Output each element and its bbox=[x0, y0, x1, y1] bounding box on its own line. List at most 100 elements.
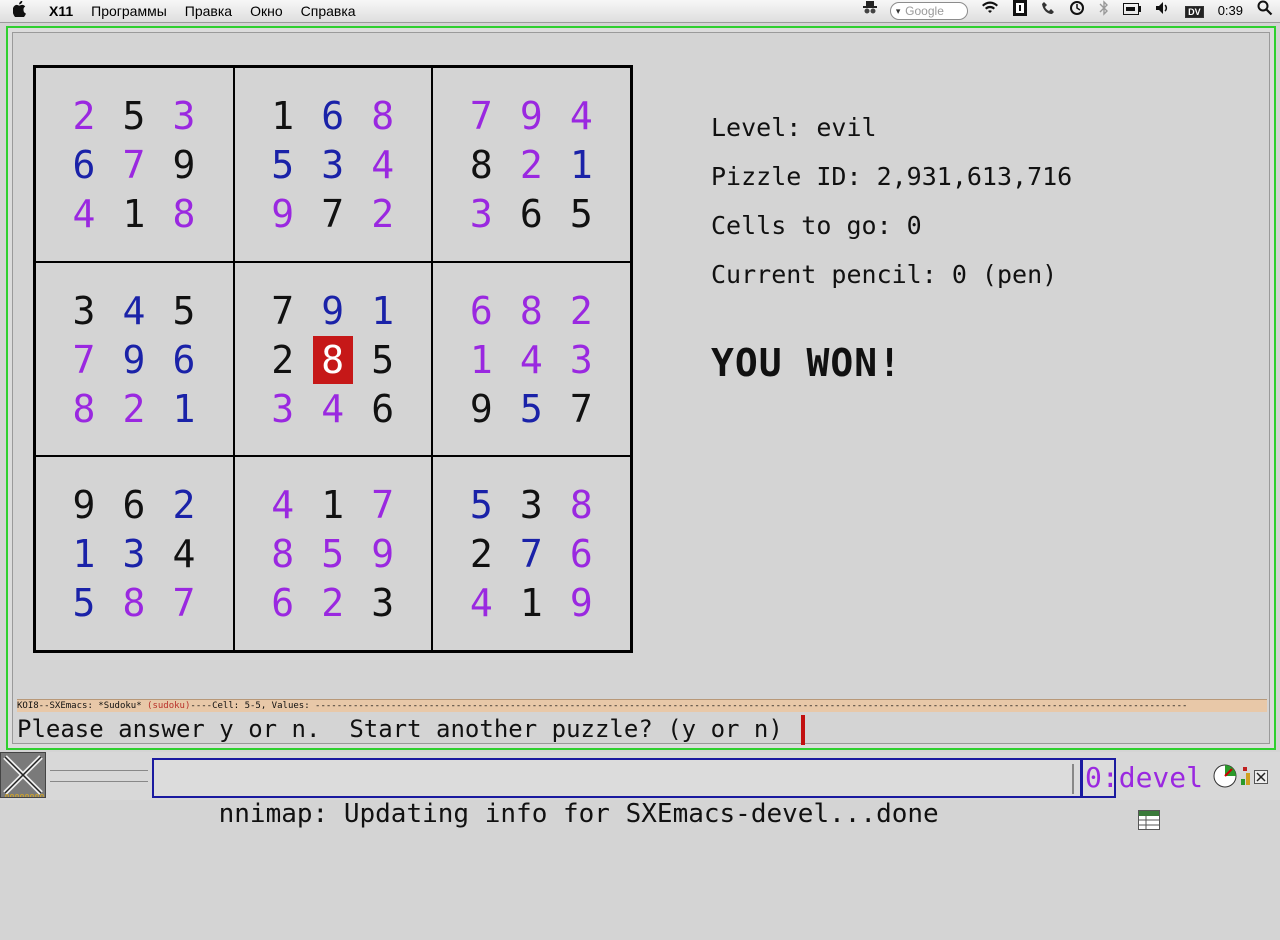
sudoku-cell[interactable]: 7 bbox=[64, 336, 104, 384]
sudoku-cell[interactable]: 6 bbox=[313, 92, 353, 140]
sudoku-cell[interactable]: 9 bbox=[164, 141, 204, 189]
sudoku-cell[interactable]: 6 bbox=[164, 336, 204, 384]
sudoku-cell[interactable]: 5 bbox=[461, 481, 501, 529]
taskbar-input-field[interactable] bbox=[50, 770, 148, 782]
sudoku-cell[interactable]: 6 bbox=[363, 385, 403, 433]
volume-icon[interactable] bbox=[1148, 0, 1178, 22]
sudoku-cell[interactable]: 3 bbox=[511, 481, 551, 529]
sudoku-cell[interactable]: 8 bbox=[164, 190, 204, 238]
sudoku-cell[interactable]: 3 bbox=[561, 336, 601, 384]
sudoku-buffer[interactable]: 2536794181685349727948213653457968217912… bbox=[12, 32, 1270, 745]
sudoku-cell[interactable]: 4 bbox=[561, 92, 601, 140]
battery-icon[interactable] bbox=[1116, 0, 1148, 22]
sudoku-cell[interactable]: 1 bbox=[164, 385, 204, 433]
dv-input-icon[interactable]: DV bbox=[1178, 0, 1211, 23]
menu-window[interactable]: Окно bbox=[241, 0, 292, 22]
clock[interactable]: 0:39 bbox=[1211, 0, 1250, 22]
sudoku-grid[interactable]: 2536794181685349727948213653457968217912… bbox=[33, 65, 633, 653]
sudoku-cell[interactable]: 9 bbox=[64, 481, 104, 529]
spy-icon[interactable] bbox=[856, 0, 884, 23]
minibuffer[interactable]: Please answer y or n. Start another puzz… bbox=[17, 713, 1267, 745]
sudoku-cell[interactable]: 1 bbox=[561, 141, 601, 189]
sudoku-cell[interactable]: 9 bbox=[363, 530, 403, 578]
sudoku-cell[interactable]: 9 bbox=[114, 336, 154, 384]
sudoku-cell[interactable]: 9 bbox=[561, 579, 601, 627]
sudoku-cell[interactable]: 6 bbox=[263, 579, 303, 627]
sudoku-cell[interactable]: 7 bbox=[313, 190, 353, 238]
sudoku-cell[interactable]: 4 bbox=[263, 481, 303, 529]
menu-x11[interactable]: X11 bbox=[40, 0, 82, 22]
sudoku-cell[interactable]: 3 bbox=[64, 287, 104, 335]
sudoku-cell[interactable]: 4 bbox=[64, 190, 104, 238]
sudoku-cell[interactable]: 1 bbox=[114, 190, 154, 238]
sudoku-cell[interactable]: 5 bbox=[561, 190, 601, 238]
bluetooth-icon[interactable] bbox=[1092, 0, 1116, 23]
sudoku-cell[interactable]: 4 bbox=[461, 579, 501, 627]
menu-help[interactable]: Справка bbox=[292, 0, 365, 22]
apple-menu-icon[interactable] bbox=[0, 0, 40, 22]
sudoku-cell[interactable]: 4 bbox=[511, 336, 551, 384]
sudoku-cell[interactable]: 8 bbox=[511, 287, 551, 335]
sudoku-cell[interactable]: 7 bbox=[263, 287, 303, 335]
sudoku-cell[interactable]: 8 bbox=[263, 530, 303, 578]
sudoku-cell[interactable]: 4 bbox=[313, 385, 353, 433]
spotlight-icon[interactable] bbox=[1250, 0, 1280, 23]
sudoku-cell[interactable]: 2 bbox=[363, 190, 403, 238]
sudoku-cell[interactable]: 3 bbox=[114, 530, 154, 578]
sudoku-cell[interactable]: 2 bbox=[561, 287, 601, 335]
spotlight-search-field[interactable]: ▾ Google bbox=[890, 2, 969, 20]
sudoku-cell[interactable]: 7 bbox=[114, 141, 154, 189]
sudoku-cell[interactable]: 3 bbox=[313, 141, 353, 189]
sudoku-cell[interactable]: 1 bbox=[64, 530, 104, 578]
sudoku-cell[interactable]: 1 bbox=[263, 92, 303, 140]
sudoku-cell[interactable]: 7 bbox=[561, 385, 601, 433]
gauge-icon[interactable] bbox=[1212, 763, 1238, 793]
table-icon[interactable] bbox=[1044, 768, 1160, 830]
sudoku-cell[interactable]: 2 bbox=[64, 92, 104, 140]
sudoku-cell[interactable]: 2 bbox=[313, 579, 353, 627]
sudoku-cell[interactable]: 5 bbox=[263, 141, 303, 189]
sudoku-cell[interactable]: 9 bbox=[461, 385, 501, 433]
sudoku-cell[interactable]: 6 bbox=[461, 287, 501, 335]
sudoku-cell[interactable]: 5 bbox=[313, 530, 353, 578]
sudoku-cell[interactable]: 3 bbox=[263, 385, 303, 433]
sudoku-cell[interactable]: 7 bbox=[164, 579, 204, 627]
sudoku-cell[interactable]: 1 bbox=[363, 287, 403, 335]
sudoku-cell[interactable]: 1 bbox=[511, 579, 551, 627]
sudoku-cell[interactable]: 5 bbox=[164, 287, 204, 335]
sudoku-cell[interactable]: 2 bbox=[114, 385, 154, 433]
sudoku-cell[interactable]: 8 bbox=[461, 141, 501, 189]
menu-edit[interactable]: Правка bbox=[176, 0, 241, 22]
sudoku-cell[interactable]: 4 bbox=[114, 287, 154, 335]
sudoku-cell[interactable]: 2 bbox=[263, 336, 303, 384]
sudoku-cell[interactable]: 5 bbox=[64, 579, 104, 627]
menu-programs[interactable]: Программы bbox=[82, 0, 176, 22]
phone-icon[interactable] bbox=[1034, 0, 1062, 23]
sudoku-cell[interactable]: 6 bbox=[511, 190, 551, 238]
sudoku-cell[interactable]: 4 bbox=[363, 141, 403, 189]
sudoku-cell[interactable]: 7 bbox=[511, 530, 551, 578]
sudoku-cell[interactable]: 8 bbox=[64, 385, 104, 433]
sudoku-cell[interactable]: 7 bbox=[461, 92, 501, 140]
sudoku-cell[interactable]: 9 bbox=[313, 287, 353, 335]
sudoku-cell[interactable]: 7 bbox=[363, 481, 403, 529]
time-machine-icon[interactable] bbox=[1062, 0, 1092, 23]
desktop-label[interactable]: 0:devel bbox=[1080, 760, 1203, 796]
sudoku-cell[interactable]: 6 bbox=[64, 141, 104, 189]
sudoku-cell[interactable]: 1 bbox=[313, 481, 353, 529]
sudoku-cell[interactable]: 5 bbox=[363, 336, 403, 384]
sudoku-cell-selected[interactable]: 8 bbox=[312, 335, 353, 384]
sudoku-cell[interactable]: 9 bbox=[511, 92, 551, 140]
wifi-icon[interactable] bbox=[974, 0, 1006, 22]
sudoku-cell[interactable]: 9 bbox=[263, 190, 303, 238]
sudoku-cell[interactable]: 1 bbox=[461, 336, 501, 384]
sudoku-cell[interactable]: 6 bbox=[561, 530, 601, 578]
clipboard-icon[interactable] bbox=[1006, 0, 1034, 23]
sudoku-cell[interactable]: 8 bbox=[363, 92, 403, 140]
sudoku-cell[interactable]: 5 bbox=[114, 92, 154, 140]
sudoku-cell[interactable]: 3 bbox=[363, 579, 403, 627]
sudoku-cell[interactable]: 5 bbox=[511, 385, 551, 433]
sudoku-cell[interactable]: 2 bbox=[164, 481, 204, 529]
cpu-meter-icon[interactable] bbox=[1240, 765, 1252, 791]
sudoku-cell[interactable]: 8 bbox=[114, 579, 154, 627]
